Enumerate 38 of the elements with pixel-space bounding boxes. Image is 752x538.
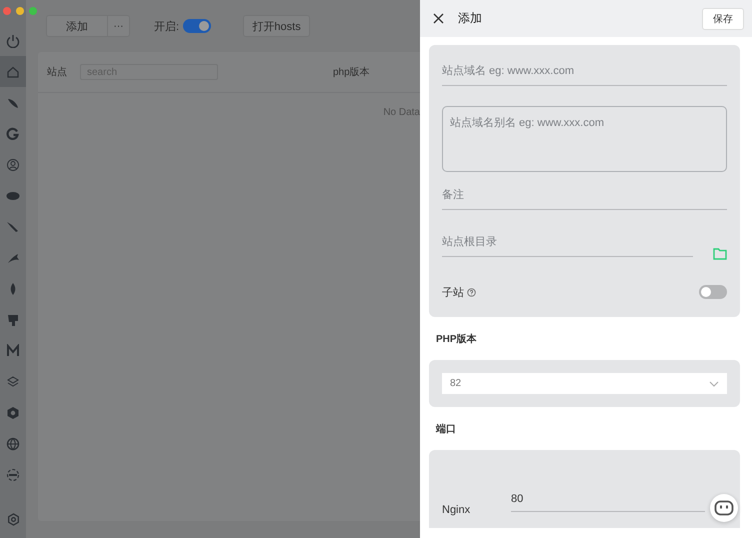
home-icon — [6, 64, 20, 78]
drawer-title: 添加 — [458, 10, 482, 27]
hexagon-icon — [6, 406, 20, 420]
layers-icon — [6, 374, 20, 388]
m-logo-icon — [6, 344, 20, 358]
root-directory-field[interactable]: 站点根目录 — [442, 230, 693, 257]
nginx-label: Nginx — [442, 504, 472, 516]
php-version-heading: PHP版本 — [435, 332, 478, 347]
folder-icon[interactable] — [713, 248, 727, 260]
globe-icon — [6, 436, 20, 450]
port-heading: 端口 — [434, 422, 457, 437]
subsite-label: 子站 — [442, 286, 464, 300]
more-button[interactable]: ··· — [108, 15, 130, 37]
alias-field[interactable]: 站点域名别名 eg: www.xxx.com — [442, 106, 727, 172]
settings-icon[interactable] — [6, 513, 20, 526]
php-version-select[interactable]: 82 — [442, 373, 727, 394]
zoom-dot[interactable] — [29, 7, 37, 15]
column-header: php版本 — [333, 66, 370, 79]
power-icon[interactable] — [6, 34, 20, 48]
sites-label: 站点 — [47, 66, 68, 79]
toggle-switch[interactable] — [183, 19, 212, 33]
switch-label: 开启: — [154, 20, 180, 34]
subsite-switch[interactable] — [699, 285, 727, 299]
close-icon[interactable] — [433, 13, 444, 24]
save-button[interactable]: 保存 — [702, 8, 744, 30]
port-field[interactable]: 80 — [511, 491, 705, 512]
domain-field[interactable]: 站点域名 eg: www.xxx.com — [442, 59, 727, 86]
sidebar-item[interactable] — [0, 56, 26, 87]
chevron-down-icon — [709, 380, 719, 386]
minimize-dot[interactable] — [16, 7, 24, 15]
note-field[interactable]: 备注 — [442, 183, 727, 210]
robot-icon — [714, 500, 734, 516]
help-icon[interactable] — [467, 288, 476, 296]
close-dot[interactable] — [3, 7, 11, 15]
add-button[interactable]: 添加 — [46, 15, 108, 37]
open-hosts-button[interactable]: 打开hosts — [243, 15, 310, 37]
g-logo-icon — [6, 126, 20, 140]
user-icon — [6, 158, 20, 172]
